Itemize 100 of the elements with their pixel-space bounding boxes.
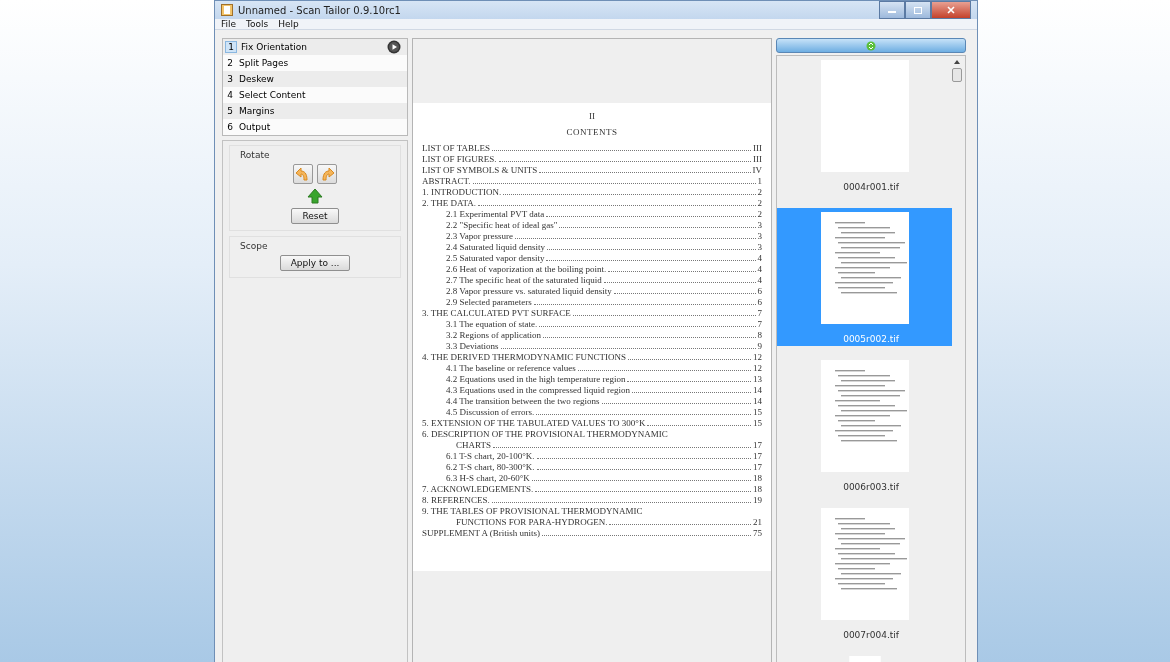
toc-line: 3.2 Regions of application	[446, 330, 541, 341]
toc-line: LIST OF SYMBOLS & UNITS	[422, 165, 538, 176]
toc-line: 2.5 Saturated vapor density	[446, 253, 545, 264]
up-arrow-icon	[307, 188, 323, 204]
toc-page: 18	[753, 473, 762, 484]
toc-page: 15	[753, 418, 762, 429]
toc-page: 13	[753, 374, 762, 385]
toc-line: 4.5 Discussion of errors.	[446, 407, 535, 418]
step-item[interactable]: 6 Output	[223, 119, 407, 135]
group-title: Scope	[240, 241, 268, 251]
window-title: Unnamed - Scan Tailor 0.9.10rc1	[238, 4, 402, 16]
toc-line: FUNCTIONS FOR PARA-HYDROGEN.	[456, 517, 608, 528]
toc-line: LIST OF FIGURES.	[422, 154, 497, 165]
toc-page: 7	[757, 319, 762, 330]
step-item[interactable]: 1 Fix Orientation	[223, 39, 407, 55]
toc-line: 4.3 Equations used in the compressed liquid region	[446, 385, 630, 396]
toc-page: 7	[757, 308, 762, 319]
step-item[interactable]: 4 Select Content	[223, 87, 407, 103]
toc-page: 1	[757, 176, 762, 187]
toc-page: 8	[757, 330, 762, 341]
thumbnail-item[interactable]: 0006r003.tif	[777, 360, 952, 494]
toc-line: 2.1 Experimental PVT data	[446, 209, 545, 220]
toc-page: 4	[757, 253, 762, 264]
toc-line: 3.3 Deviations	[446, 341, 499, 352]
toc-page: 17	[753, 462, 762, 473]
toc-page: 4	[757, 275, 762, 286]
scrollbar-thumb[interactable]	[952, 68, 962, 82]
toc-line: 2.2 "Specific heat of ideal gas"	[446, 220, 558, 231]
file-name: 0004r001.tif	[843, 182, 899, 192]
toc-page: 75	[753, 528, 762, 539]
toc-line: 5. EXTENSION OF THE TABULATED VALUES TO 300°K	[422, 418, 646, 429]
rotate-left-button[interactable]	[293, 164, 313, 184]
toc-page: 2	[757, 209, 762, 220]
toc-line: 2.7 The specific heat of the saturated liquid	[446, 275, 602, 286]
collapse-button[interactable]	[776, 38, 966, 53]
toc-page: 19	[753, 495, 762, 506]
toc-page: IV	[752, 165, 762, 176]
toc-page: 14	[753, 396, 762, 407]
toc-page: 14	[753, 385, 762, 396]
toc-page: 2	[757, 198, 762, 209]
toc-page: 12	[753, 363, 762, 374]
toc-page: 2	[757, 187, 762, 198]
toc-line: 3.1 The equation of state.	[446, 319, 538, 330]
toc-page: 21	[753, 517, 762, 528]
toc-line: 3. THE CALCULATED PVT SURFACE	[422, 308, 571, 319]
app-icon	[221, 4, 233, 16]
file-name: 0005r002.tif	[843, 334, 899, 344]
toc-line: SUPPLEMENT A (British units)	[422, 528, 541, 539]
play-icon[interactable]	[387, 40, 401, 54]
step-item[interactable]: 2 Split Pages	[223, 55, 407, 71]
reset-button[interactable]: Reset	[291, 208, 339, 224]
toc-page: 3	[757, 242, 762, 253]
toc-line: 7. ACKNOWLEDGEMENTS.	[422, 484, 534, 495]
toc-page: 3	[757, 231, 762, 242]
toc-page: 6	[757, 286, 762, 297]
toc-line: 6.3 H-S chart, 20-60°K	[446, 473, 530, 484]
toc-line: 2.4 Saturated liquid density	[446, 242, 545, 253]
toc-page: III	[753, 143, 762, 154]
toc-line: 4.2 Equations used in the high temperature region	[446, 374, 626, 385]
expand-collapse-icon	[866, 40, 876, 51]
toc-line: CHARTS	[456, 440, 491, 451]
close-icon	[947, 6, 955, 14]
apply-to-button[interactable]: Apply to ...	[279, 255, 351, 271]
toc-page: 9	[757, 341, 762, 352]
toc-page: 15	[753, 407, 762, 418]
group-title: Rotate	[240, 150, 270, 160]
menu-item[interactable]: Tools	[246, 19, 269, 29]
toc-line: 2.3 Vapor pressure	[446, 231, 514, 242]
scroll-up-icon[interactable]	[954, 60, 960, 64]
toc-line: 2. THE DATA.	[422, 198, 477, 209]
toc-line: ABSTRACT.	[422, 176, 471, 187]
toc-line: 6. DESCRIPTION OF THE PROVISIONAL THERMODYNAMIC	[422, 429, 669, 440]
toc-page: 18	[753, 484, 762, 495]
toc-line: 4.4 The transition between the two regions	[446, 396, 600, 407]
toc-line: 8. REFERENCES.	[422, 495, 490, 506]
page-number: II	[589, 111, 595, 121]
contents-heading: CONTENTS	[566, 127, 618, 137]
step-item[interactable]: 5 Margins	[223, 103, 407, 119]
rotate-right-button[interactable]	[317, 164, 337, 184]
toc-line: 6.2 T-S chart, 80-300°K.	[446, 462, 535, 473]
maximize-icon	[914, 6, 922, 14]
maximize-button[interactable]	[905, 1, 931, 19]
toc-page: 3	[757, 220, 762, 231]
toc-line: 2.9 Selected parameters	[446, 297, 532, 308]
toc-line: 2.8 Vapor pressure vs. saturated liquid density	[446, 286, 612, 297]
toc-page: 4	[757, 264, 762, 275]
thumbnail-item[interactable]: 0007r004.tif	[777, 508, 952, 642]
toc-line: 4. THE DERIVED THERMODYNAMIC FUNCTIONS	[422, 352, 626, 363]
toc-line: 4.1 The baseline or reference values	[446, 363, 576, 374]
toc-page: 6	[757, 297, 762, 308]
step-item[interactable]: 3 Deskew	[223, 71, 407, 87]
minimize-button[interactable]	[879, 1, 905, 19]
toc-line: 9. THE TABLES OF PROVISIONAL THERMODYNAMIC	[422, 506, 644, 517]
menu-item[interactable]: File	[221, 19, 237, 29]
file-name: 0006r003.tif	[843, 482, 899, 492]
thumbnail-item[interactable]: 0004r001.tif	[777, 60, 952, 194]
toc-line: 1. INTRODUCTION.	[422, 187, 502, 198]
file-name: 0007r004.tif	[843, 630, 899, 640]
close-button[interactable]	[931, 1, 971, 19]
menu-item[interactable]: Help	[278, 19, 299, 29]
